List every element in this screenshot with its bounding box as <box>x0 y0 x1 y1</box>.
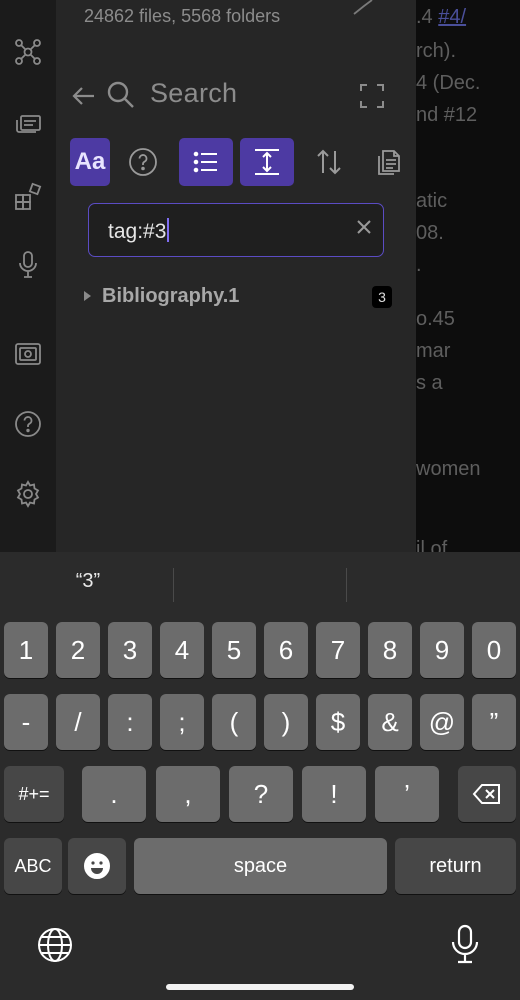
backspace-icon <box>472 784 500 804</box>
slides-icon[interactable] <box>10 106 46 142</box>
key-exclamation[interactable]: ! <box>302 766 366 822</box>
key-colon[interactable]: : <box>108 694 152 750</box>
expand-vertical-icon <box>255 149 279 175</box>
text-caret <box>167 218 170 242</box>
key-4[interactable]: 4 <box>160 622 204 678</box>
clear-search-icon[interactable] <box>355 218 373 236</box>
search-input[interactable]: tag:#3 <box>88 203 384 257</box>
suggestion-bar: “3” <box>0 552 520 616</box>
return-key[interactable]: return <box>395 838 516 894</box>
key-2[interactable]: 2 <box>56 622 100 678</box>
result-match-count: 3 <box>372 286 392 308</box>
note-line: mar <box>416 340 451 362</box>
key-7[interactable]: 7 <box>316 622 360 678</box>
suggestion-divider <box>173 568 174 602</box>
emoji-key[interactable] <box>68 838 126 894</box>
copy-document-icon <box>378 150 400 175</box>
file-count: 24862 files, 5568 folders <box>84 6 281 26</box>
space-key[interactable]: space <box>134 838 387 894</box>
sort-icon <box>317 149 341 175</box>
search-input-value[interactable]: tag:#3 <box>108 218 170 244</box>
key-quote[interactable]: ” <box>472 694 516 750</box>
emoji-icon <box>84 853 110 879</box>
note-line: rch). <box>416 40 456 62</box>
note-line: 08. <box>416 222 444 244</box>
key-apostrophe[interactable]: ’ <box>375 766 439 822</box>
graph-view-icon[interactable] <box>10 34 46 70</box>
key-8[interactable]: 8 <box>368 622 412 678</box>
collapse-results-button[interactable] <box>179 138 233 186</box>
pin-icon[interactable] <box>352 0 382 16</box>
match-case-label: Aa <box>74 148 106 175</box>
key-0[interactable]: 0 <box>472 622 516 678</box>
key-comma[interactable]: , <box>156 766 220 822</box>
key-ampersand[interactable]: & <box>368 694 412 750</box>
note-line: women <box>416 458 481 480</box>
home-indicator[interactable] <box>166 984 354 990</box>
result-file-name[interactable]: Bibliography.1 <box>102 285 239 308</box>
note-line: s a <box>416 372 443 394</box>
back-arrow-icon[interactable] <box>70 82 98 110</box>
key-6[interactable]: 6 <box>264 622 308 678</box>
key-question[interactable]: ? <box>229 766 293 822</box>
key-dollar[interactable]: $ <box>316 694 360 750</box>
note-line: atic <box>416 190 448 212</box>
key-open-paren[interactable]: ( <box>212 694 256 750</box>
background-note-pane: .4 #4/ rch). 4 (Dec. nd #12 atic 08. . o… <box>416 0 520 552</box>
match-case-button[interactable]: Aa <box>70 138 110 186</box>
left-ribbon <box>0 0 56 552</box>
key-more-symbols[interactable]: #+= <box>4 766 64 822</box>
suggestion-1[interactable]: “3” <box>2 570 174 593</box>
note-line: 4 (Dec. <box>416 72 481 94</box>
panel-title: Search <box>150 78 238 108</box>
key-5[interactable]: 5 <box>212 622 256 678</box>
list-icon <box>193 151 217 173</box>
sort-button[interactable] <box>302 138 356 186</box>
copy-results-button[interactable] <box>362 138 416 186</box>
explain-query-button[interactable] <box>116 138 170 186</box>
key-1[interactable]: 1 <box>4 622 48 678</box>
key-close-paren[interactable]: ) <box>264 694 308 750</box>
note-line: .4 #4/ <box>416 6 467 28</box>
key-9[interactable]: 9 <box>420 622 464 678</box>
search-panel: 24862 files, 5568 folders Search Aa tag:… <box>56 0 416 552</box>
search-icon <box>107 81 134 108</box>
settings-icon[interactable] <box>10 476 46 512</box>
note-link[interactable]: #4/ <box>438 6 466 28</box>
help-circle-icon <box>129 148 157 176</box>
globe-icon[interactable] <box>36 926 74 964</box>
key-at[interactable]: @ <box>420 694 464 750</box>
key-3[interactable]: 3 <box>108 622 152 678</box>
suggestion-divider <box>346 568 347 602</box>
key-hyphen[interactable]: - <box>4 694 48 750</box>
expand-icon[interactable] <box>358 82 386 110</box>
blocks-icon[interactable] <box>10 178 46 214</box>
note-line: . <box>416 254 422 276</box>
chevron-right-icon[interactable] <box>84 291 91 301</box>
note-line: il of <box>416 538 448 552</box>
key-abc[interactable]: ABC <box>4 838 62 894</box>
key-slash[interactable]: / <box>56 694 100 750</box>
search-result-item[interactable]: Bibliography.1 3 <box>84 283 392 313</box>
note-line: o.45 <box>416 308 455 330</box>
key-period[interactable]: . <box>82 766 146 822</box>
backspace-key[interactable] <box>458 766 516 822</box>
help-icon[interactable] <box>10 406 46 442</box>
microphone-icon[interactable] <box>10 246 46 282</box>
dictation-mic-icon[interactable] <box>450 924 480 966</box>
key-semicolon[interactable]: ; <box>160 694 204 750</box>
show-more-context-button[interactable] <box>240 138 294 186</box>
vault-icon[interactable] <box>10 336 46 372</box>
note-line: nd #12 <box>416 104 478 126</box>
